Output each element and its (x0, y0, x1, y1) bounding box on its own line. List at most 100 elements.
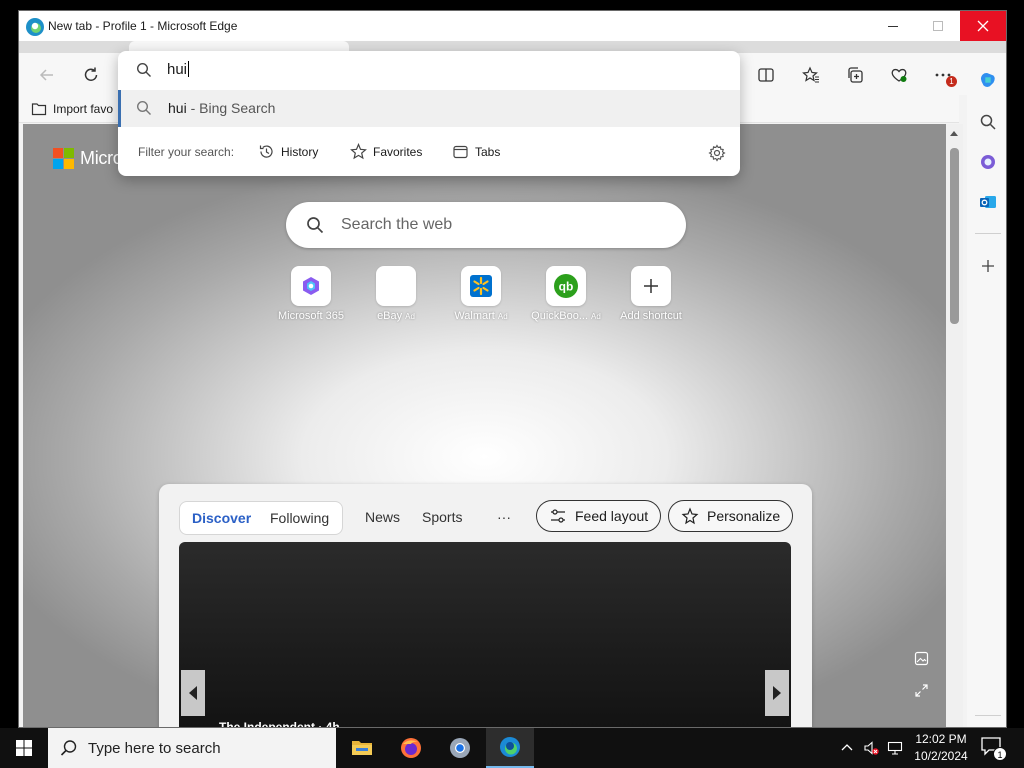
web-search-box[interactable]: Search the web (286, 202, 686, 248)
article-source: The Independent · 4h (219, 720, 340, 728)
split-screen-button[interactable] (752, 61, 780, 89)
network-icon (887, 741, 903, 755)
shortcut-quickbooks[interactable]: qb QuickBoo... Ad (524, 266, 608, 322)
carousel-prev-button[interactable] (181, 670, 205, 716)
plus-icon (644, 279, 658, 293)
minimize-button[interactable] (870, 11, 915, 41)
chevron-up-icon (841, 744, 853, 751)
shortcut-label: Walmart (454, 310, 495, 322)
collections-icon (848, 67, 863, 83)
speaker-muted-icon (864, 741, 879, 755)
tab-following[interactable]: Following (270, 510, 329, 526)
start-button[interactable] (0, 728, 48, 768)
action-center-button[interactable]: 1 (980, 736, 1007, 761)
hero-news-card[interactable]: The Independent · 4h (179, 542, 791, 728)
shortcut-microsoft365[interactable]: Microsoft 365 (269, 266, 353, 322)
carousel-next-button[interactable] (765, 670, 789, 716)
clock-time: 12:02 PM (915, 732, 967, 746)
feed-more-button[interactable]: ··· (497, 509, 511, 525)
shortcut-tile: qb (546, 266, 586, 306)
volume-button[interactable] (860, 728, 882, 768)
import-favorites-button[interactable]: Import favo (31, 101, 113, 117)
taskbar-chrome[interactable] (436, 728, 484, 768)
taskbar-edge[interactable] (486, 728, 534, 768)
sidebar-add-button[interactable] (973, 251, 1003, 281)
copilot-button[interactable] (973, 65, 1003, 95)
shortcut-ebay[interactable]: eBay Ad (354, 266, 438, 322)
title-bar[interactable]: New tab - Profile 1 - Microsoft Edge (19, 11, 1006, 43)
suggestion-query: hui (168, 100, 187, 116)
filter-history-label: History (281, 144, 319, 159)
maximize-icon (932, 21, 943, 31)
maximize-button[interactable] (915, 11, 960, 41)
add-shortcut[interactable]: Add shortcut (609, 266, 693, 322)
personalize-button[interactable]: Personalize (668, 500, 794, 532)
tab-news[interactable]: News (365, 509, 400, 525)
settings-more-button[interactable]: 1 (929, 61, 957, 89)
notification-badge: 1 (946, 76, 957, 87)
background-image-button[interactable] (911, 648, 931, 668)
star-icon (350, 143, 367, 160)
shortcut-walmart[interactable]: Walmart Ad (439, 266, 523, 322)
back-arrow-icon (39, 69, 53, 81)
shortcut-tile (376, 266, 416, 306)
filter-favorites[interactable]: Favorites (350, 143, 422, 160)
text-caret (188, 61, 190, 77)
filter-history[interactable]: History (258, 143, 318, 160)
shortcut-tile (461, 266, 501, 306)
chevron-right-icon (773, 686, 781, 700)
tab-discover[interactable]: Discover (192, 510, 251, 526)
address-bar-dropdown: hui hui - Bing Search Filter your search… (118, 51, 740, 176)
new-tab-page: Micro Search the web Microsoft 365 eBay A… (23, 124, 946, 728)
copilot-icon (980, 72, 995, 88)
history-clock-icon (259, 145, 273, 158)
outlook-icon (980, 196, 996, 208)
show-hidden-icons-button[interactable] (838, 728, 856, 768)
tab-sports[interactable]: Sports (422, 509, 462, 525)
firefox-icon (401, 738, 421, 758)
search-icon (980, 114, 996, 130)
scroll-up-arrow-icon[interactable] (950, 131, 958, 136)
microsoft-logo-text: Micro (80, 148, 123, 168)
folder-icon (352, 741, 372, 755)
shortcut-label: eBay (377, 310, 403, 322)
windows-taskbar: Type here to search 12:02 PM 10/2/2024 1 (0, 728, 1024, 768)
network-button[interactable] (884, 728, 906, 768)
address-bar-input[interactable]: hui (118, 51, 740, 89)
favorites-star-icon (802, 66, 819, 83)
taskbar-file-explorer[interactable] (338, 728, 386, 768)
sidebar-divider-bottom (975, 715, 1001, 716)
filter-tabs[interactable]: Tabs (452, 143, 500, 160)
feed-layout-button[interactable]: Feed layout (536, 500, 662, 532)
shortcut-label: Add shortcut (620, 310, 682, 322)
browser-essentials-button[interactable] (885, 61, 913, 89)
import-folder-icon (31, 103, 47, 116)
ad-badge: Ad (405, 312, 415, 321)
shortcut-tile (631, 266, 671, 306)
expand-button[interactable] (911, 680, 931, 700)
back-button[interactable] (33, 61, 61, 89)
sidebar-divider (975, 233, 1001, 234)
favorites-button[interactable] (797, 61, 825, 89)
taskbar-search-box[interactable]: Type here to search (48, 728, 336, 768)
window-title: New tab - Profile 1 - Microsoft Edge (48, 19, 238, 33)
sidebar-outlook-button[interactable] (973, 187, 1003, 217)
microsoft365-icon (303, 277, 319, 295)
edge-sidebar (967, 53, 1006, 727)
taskbar-clock[interactable]: 12:02 PM 10/2/2024 (905, 731, 977, 765)
sidebar-search-button[interactable] (973, 107, 1003, 137)
page-scrollbar[interactable] (946, 124, 963, 727)
collections-button[interactable] (841, 61, 869, 89)
gear-icon[interactable] (708, 144, 726, 162)
taskbar-firefox[interactable] (387, 728, 435, 768)
close-button[interactable] (960, 11, 1006, 41)
notification-count-badge: 1 (993, 747, 1007, 761)
scroll-thumb[interactable] (950, 148, 959, 324)
sparkle-star-icon (681, 507, 699, 525)
shortcuts-row: Microsoft 365 eBay Ad Walmart Ad qb QuickB… (269, 266, 709, 336)
microsoft-grid-icon (53, 148, 74, 169)
search-filter-row: Filter your search: History Favorites Ta… (118, 135, 740, 171)
refresh-button[interactable] (77, 61, 105, 89)
sidebar-m365-button[interactable] (973, 147, 1003, 177)
search-suggestion[interactable]: hui - Bing Search (118, 90, 740, 127)
